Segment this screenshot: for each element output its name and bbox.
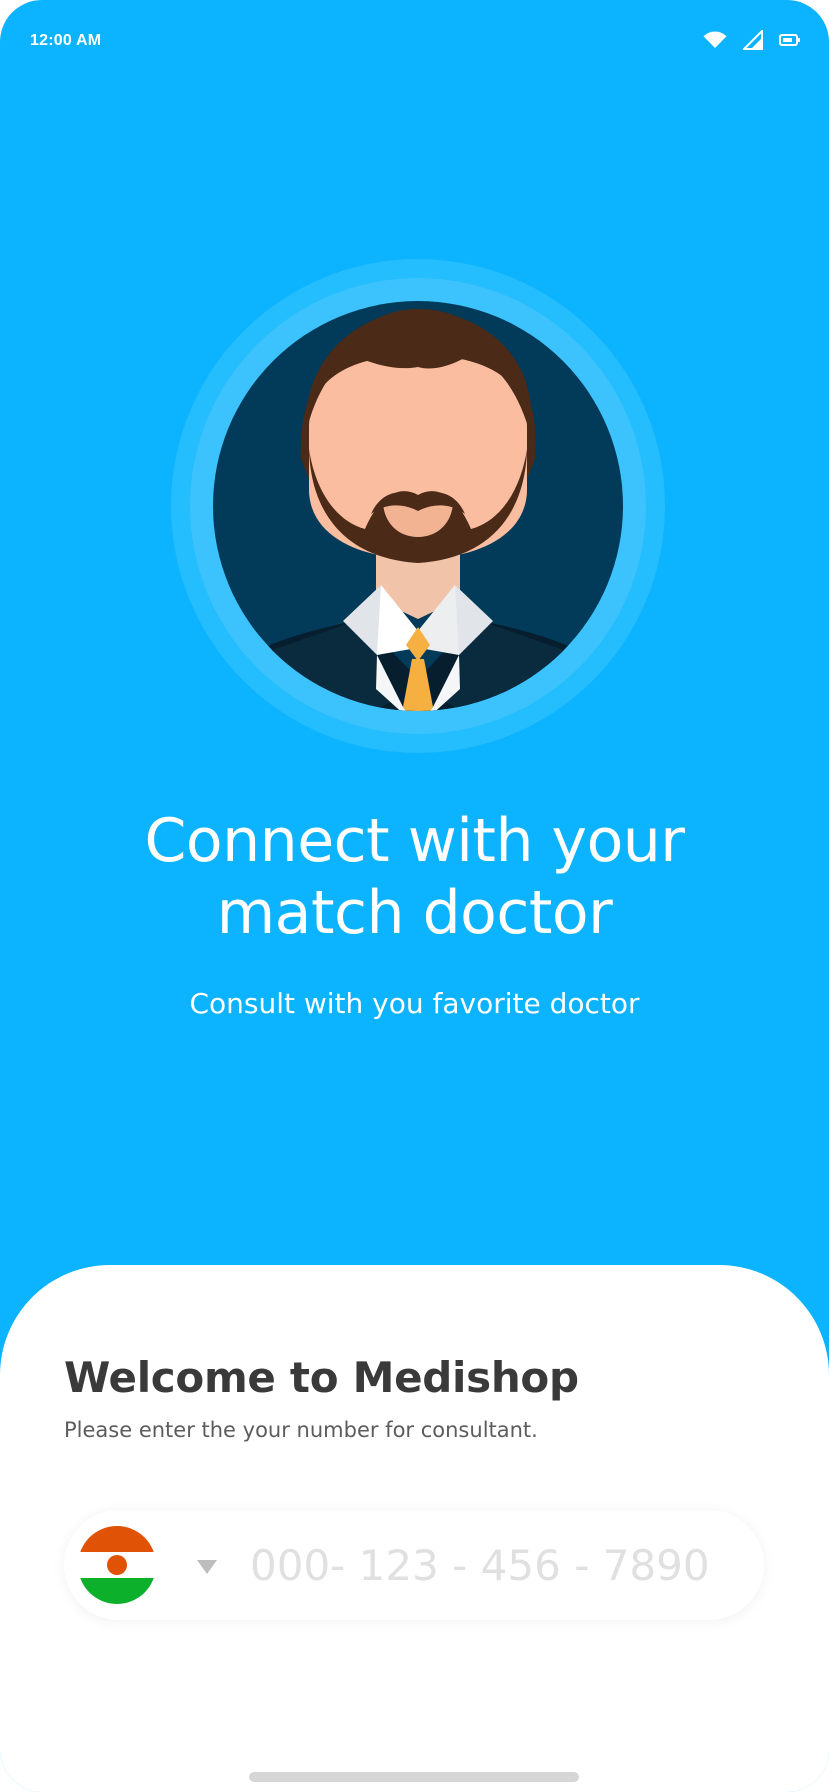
status-time: 12:00 AM	[30, 32, 102, 49]
status-bar: 12:00 AM	[0, 0, 829, 86]
home-indicator	[249, 1772, 579, 1782]
welcome-description: Please enter the your number for consult…	[64, 1418, 538, 1442]
hero-title-line-2: match doctor	[216, 878, 613, 948]
niger-flag-icon	[78, 1526, 156, 1604]
welcome-title: Welcome to Medishop	[64, 1353, 579, 1402]
phone-number-input[interactable]	[244, 1532, 744, 1598]
hero-title-line-1: Connect with your	[144, 806, 685, 876]
app-screen: 12:00 AM Connect with your match doctor …	[0, 0, 829, 1792]
hero-title: Connect with your match doctor	[60, 805, 769, 949]
caret-down-icon	[197, 1560, 217, 1574]
country-flag-button[interactable]	[78, 1526, 156, 1604]
cellular-signal-icon	[743, 30, 763, 50]
wifi-icon	[703, 31, 727, 49]
hero-subtitle: Consult with you favorite doctor	[189, 987, 640, 1020]
country-dropdown-toggle[interactable]	[192, 1552, 222, 1582]
phone-number-field	[64, 1510, 764, 1620]
doctor-avatar	[171, 259, 665, 753]
battery-icon	[779, 33, 801, 47]
status-icons	[703, 30, 801, 50]
